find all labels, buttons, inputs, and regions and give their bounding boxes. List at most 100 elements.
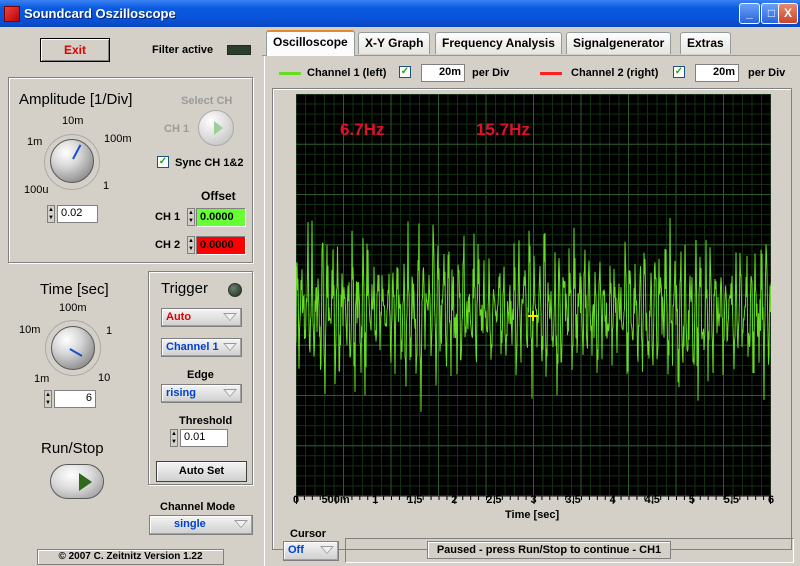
oscilloscope-plot[interactable] — [296, 94, 771, 496]
x-tick-label: 3.5 — [565, 494, 581, 506]
cursor-title: Cursor — [290, 528, 327, 540]
threshold-field[interactable]: 0.01 — [180, 429, 228, 447]
status-text: Paused - press Run/Stop to continue - CH… — [427, 541, 671, 559]
chevron-down-icon — [234, 520, 248, 528]
time-label-10m: 10m — [19, 324, 41, 336]
offset-ch1-field[interactable]: 0.0000 — [196, 208, 246, 227]
ch1-color-swatch — [279, 72, 301, 75]
close-button[interactable]: X — [778, 3, 798, 24]
select-ch-button[interactable] — [198, 110, 234, 146]
ch2-div-field[interactable]: 20m — [695, 64, 739, 82]
offset-ch2-field[interactable]: 0.0000 — [196, 236, 246, 255]
time-knob[interactable] — [51, 326, 95, 370]
edge-value: rising — [166, 387, 196, 399]
ch1-per-div-label: per Div — [472, 67, 510, 79]
trigger-led — [228, 283, 242, 297]
x-tick-label: 0 — [292, 494, 300, 506]
amplitude-label-1: 1 — [103, 180, 110, 192]
offset-ch1-label: CH 1 — [155, 211, 181, 223]
channel-mode-value: single — [174, 518, 206, 530]
x-tick-label: 5 — [688, 494, 695, 506]
amplitude-knob[interactable] — [50, 139, 94, 183]
trigger-channel-value: Channel 1 — [166, 341, 219, 353]
freq-label-1: 6.7Hz — [340, 120, 385, 139]
time-label-1: 1 — [106, 325, 113, 337]
chevron-down-icon — [223, 343, 237, 351]
cursor-value: Off — [288, 544, 304, 556]
offset-title: Offset — [201, 189, 236, 203]
amplitude-spinner[interactable]: ▲ ▼ — [47, 205, 55, 223]
offset-ch2-spinner[interactable]: ▲ ▼ — [187, 236, 195, 254]
ch2-checkbox[interactable]: ✓ — [673, 66, 685, 78]
x-tick-label: 1.5 — [407, 494, 423, 506]
chevron-down-icon — [223, 313, 237, 321]
run-stop-button[interactable] — [50, 464, 104, 499]
x-tick-label: 4.5 — [644, 494, 660, 506]
title-bar: Soundcard Oszilloscope _ □ X — [0, 0, 800, 27]
offset-ch1-spinner[interactable]: ▲ ▼ — [187, 208, 195, 226]
chevron-down-icon — [223, 389, 237, 397]
amplitude-title: Amplitude [1/Div] — [19, 91, 133, 108]
copyright-label: © 2007 C. Zeitnitz Version 1.22 — [37, 549, 224, 565]
trigger-mode-select[interactable]: Auto — [161, 308, 242, 327]
tab-signalgenerator[interactable]: Signalgenerator — [566, 32, 672, 54]
select-ch-arrow-icon — [214, 121, 223, 135]
play-icon — [79, 473, 92, 491]
x-tick-label: 1 — [372, 494, 379, 506]
select-ch-title: Select CH — [181, 95, 233, 107]
minimize-button[interactable]: _ — [739, 3, 760, 24]
amplitude-label-1m: 1m — [27, 136, 43, 148]
time-spinner[interactable]: ▲ ▼ — [44, 390, 52, 408]
x-axis-label: Time [sec] — [505, 509, 560, 521]
run-stop-label: Run/Stop — [41, 440, 104, 457]
edge-select[interactable]: rising — [161, 384, 242, 403]
amplitude-value-field[interactable]: 0.02 — [57, 205, 98, 223]
main-panel: Exit Filter active Amplitude [1/Div] 1m … — [0, 27, 800, 566]
channel-mode-title: Channel Mode — [160, 501, 236, 513]
amplitude-label-100m: 100m — [104, 133, 132, 145]
time-label-100m: 100m — [59, 302, 87, 314]
freq-label-2: 15.7Hz — [476, 120, 530, 139]
sync-label: Sync CH 1&2 — [175, 157, 244, 169]
tab-xy-graph[interactable]: X-Y Graph — [358, 32, 431, 54]
trigger-title: Trigger — [161, 280, 208, 297]
filter-active-label: Filter active — [152, 44, 214, 56]
app-icon — [4, 6, 20, 22]
offset-ch2-label: CH 2 — [155, 239, 181, 251]
window-title: Soundcard Oszilloscope — [24, 6, 176, 21]
threshold-spinner[interactable]: ▲ ▼ — [170, 429, 178, 447]
auto-set-button[interactable]: Auto Set — [156, 461, 247, 482]
tab-oscilloscope[interactable]: Oscilloscope — [266, 30, 355, 56]
ch1-label: Channel 1 (left) — [307, 67, 387, 79]
filter-active-indicator — [227, 45, 251, 55]
sync-checkbox[interactable]: ✓ — [157, 156, 169, 168]
x-tick-label: 3 — [530, 494, 537, 506]
x-tick-label: 2 — [451, 494, 458, 506]
ch1-checkbox[interactable]: ✓ — [399, 66, 411, 78]
time-label-10: 10 — [98, 372, 111, 384]
select-ch-label: CH 1 — [164, 123, 190, 135]
chevron-down-icon — [320, 546, 334, 554]
tab-extras[interactable]: Extras — [680, 32, 731, 54]
edge-label: Edge — [187, 369, 214, 381]
cursor-select[interactable]: Off — [283, 541, 339, 561]
amplitude-label-10m: 10m — [62, 115, 84, 127]
ch2-label: Channel 2 (right) — [571, 67, 659, 79]
tab-frequency-analysis[interactable]: Frequency Analysis — [435, 32, 562, 54]
time-value-field[interactable]: 6 — [54, 390, 96, 408]
x-tick-label: 6 — [767, 494, 775, 506]
time-label-1m: 1m — [34, 373, 50, 385]
x-tick-label: 2.5 — [486, 494, 502, 506]
ch2-per-div-label: per Div — [748, 67, 786, 79]
exit-button[interactable]: Exit — [40, 38, 110, 62]
threshold-label: Threshold — [179, 415, 233, 427]
x-tick-label: 500m — [321, 494, 350, 506]
time-title: Time [sec] — [40, 281, 109, 298]
ch1-div-field[interactable]: 20m — [421, 64, 465, 82]
x-tick-label: 5.5 — [723, 494, 740, 506]
x-tick-label: 4 — [609, 494, 616, 506]
amplitude-label-100u: 100u — [24, 184, 49, 196]
channel-mode-select[interactable]: single — [149, 515, 253, 535]
trigger-mode-value: Auto — [166, 311, 192, 323]
trigger-channel-select[interactable]: Channel 1 — [161, 338, 242, 357]
